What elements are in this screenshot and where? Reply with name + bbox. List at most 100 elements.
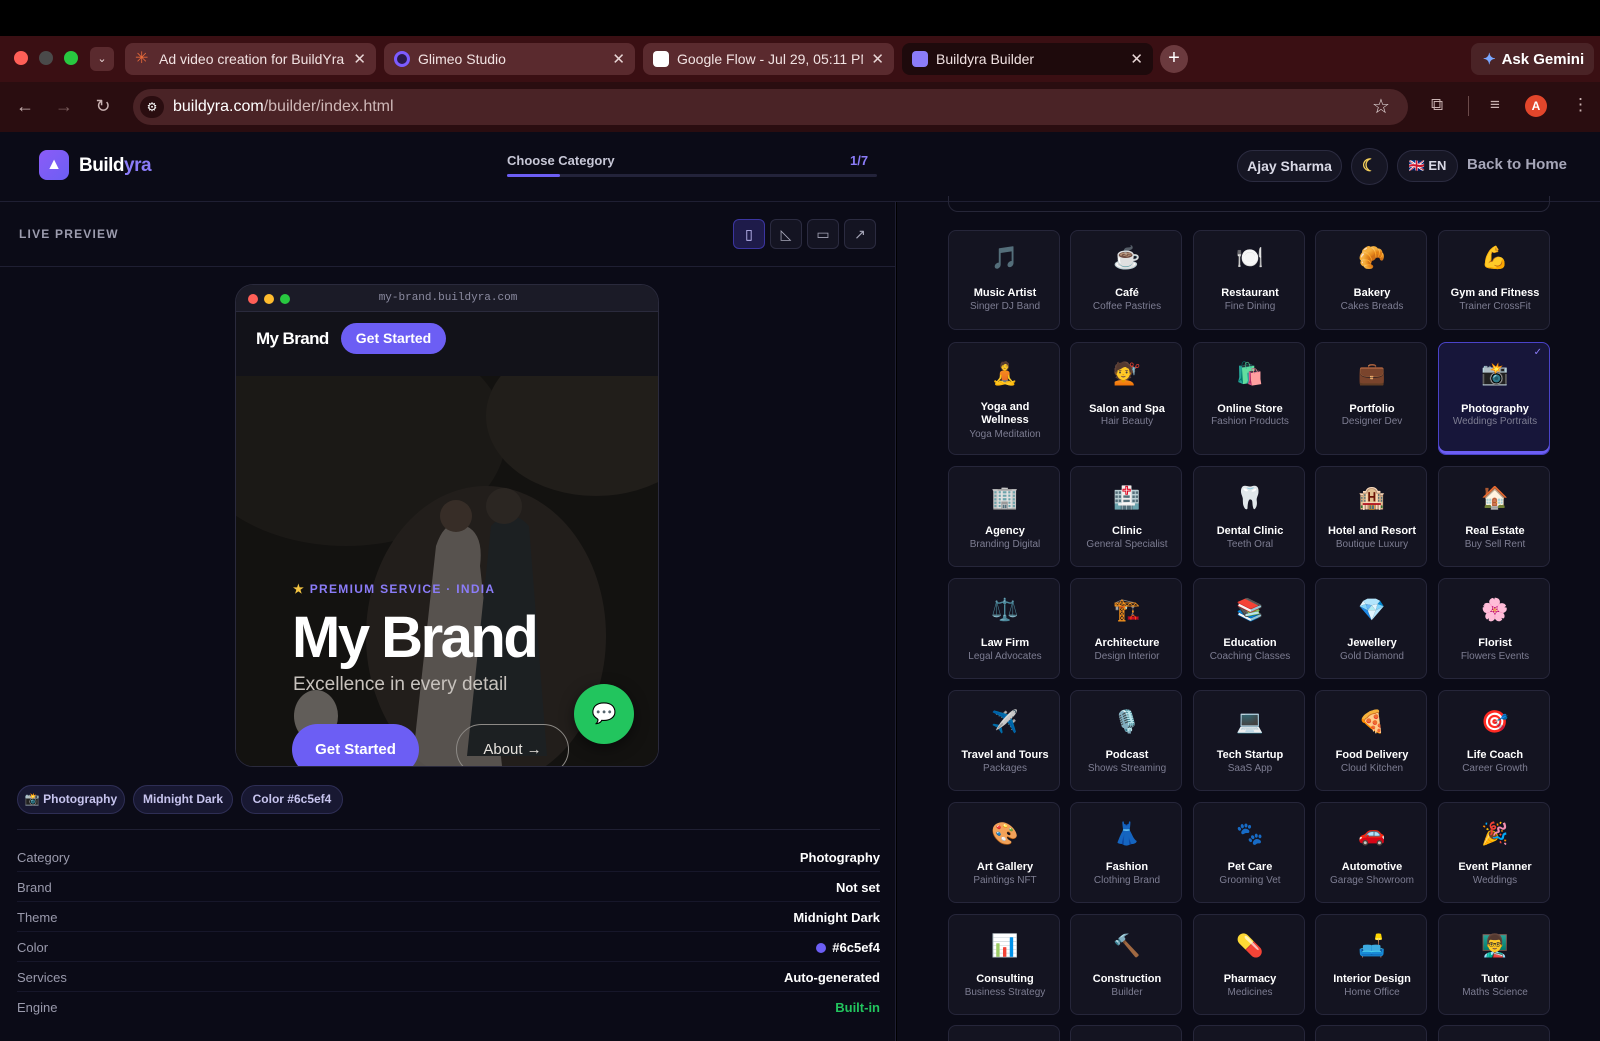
category-card[interactable]: 🍽️ Restaurant Fine Dining	[1193, 230, 1305, 330]
category-card[interactable]: 🛋️ Interior Design Home Office	[1315, 914, 1427, 1015]
category-name: Event Planner	[1458, 861, 1532, 873]
panel-divider	[0, 266, 896, 267]
mobile-icon[interactable]: ▯	[733, 219, 765, 249]
gemini-icon: ✦	[1483, 51, 1496, 68]
category-card[interactable]: 💼 Portfolio Designer Dev	[1315, 342, 1427, 455]
bookmark-star-icon[interactable]: ☆	[1372, 94, 1390, 119]
category-card[interactable]: 🏗️ Architecture Design Interior	[1070, 578, 1182, 679]
category-card[interactable]: 🧘 Yoga and Wellness Yoga Meditation	[948, 342, 1060, 455]
preview-nav-get-started-button[interactable]: Get Started	[341, 323, 446, 354]
close-icon[interactable]: ✕	[612, 50, 625, 68]
category-card[interactable]: 🏢 Agency Branding Digital	[948, 466, 1060, 567]
hero-about-button[interactable]: About →	[456, 724, 569, 766]
category-name: Tutor	[1481, 973, 1509, 985]
category-card[interactable]: 🏠 Real Estate Buy Sell Rent	[1438, 466, 1550, 567]
category-card[interactable]: 🔨 Construction Builder	[1070, 914, 1182, 1015]
desktop-icon[interactable]: ▭	[807, 219, 839, 249]
minimize-window-button[interactable]	[39, 51, 53, 65]
category-card[interactable]: 🎙️ Podcast Shows Streaming	[1070, 690, 1182, 791]
close-icon[interactable]: ✕	[353, 50, 366, 68]
summary-row-services: Services Auto-generated	[17, 962, 880, 992]
category-card[interactable]: 📸 Photography Weddings Portraits ✓	[1438, 342, 1550, 455]
back-icon[interactable]: ←	[13, 94, 37, 118]
category-card[interactable]: 🎯 Life Coach Career Growth	[1438, 690, 1550, 791]
back-to-home-link[interactable]: Back to Home	[1467, 156, 1567, 173]
category-card[interactable]: 👗 Fashion Clothing Brand	[1070, 802, 1182, 903]
category-card[interactable]: 🛍️ Online Store Fashion Products	[1193, 342, 1305, 455]
category-card[interactable]: 🎨 Art Gallery Paintings NFT	[948, 802, 1060, 903]
summary-row-engine: Engine Built-in	[17, 992, 880, 1022]
chat-bubble-icon[interactable]: 💬	[574, 684, 634, 744]
category-emoji-icon: 💎	[1358, 597, 1386, 622]
category-subtitle: Home Office	[1344, 987, 1400, 998]
category-card[interactable]: 🥐 Bakery Cakes Breads	[1315, 230, 1427, 330]
close-icon[interactable]: ✕	[1130, 50, 1143, 68]
category-name: Bakery	[1353, 287, 1391, 299]
category-card[interactable]: 💻 Tech Startup SaaS App	[1193, 690, 1305, 791]
category-emoji-icon: ⚖️	[991, 597, 1019, 622]
category-card[interactable]: 🚗 Automotive Garage Showroom	[1315, 802, 1427, 903]
summary-divider	[17, 829, 880, 830]
tab-title: Google Flow - Jul 29, 05:11 PM	[677, 51, 864, 67]
category-card[interactable]: 🦷 Dental Clinic Teeth Oral	[1193, 466, 1305, 567]
category-subtitle: Business Strategy	[964, 987, 1046, 998]
category-subtitle: Teeth Oral	[1226, 539, 1274, 550]
category-card[interactable]: 💊 Pharmacy Medicines	[1193, 914, 1305, 1015]
category-card[interactable]: 📊 Consulting Business Strategy	[948, 914, 1060, 1015]
preview-url: my-brand.buildyra.com	[378, 292, 518, 304]
category-emoji-icon: 📚	[1236, 597, 1264, 622]
tab-buildyra[interactable]: Buildyra Builder ✕	[902, 43, 1153, 75]
category-card[interactable]: 📚 Education Coaching Classes	[1193, 578, 1305, 679]
expand-icon[interactable]: ↗	[844, 219, 876, 249]
new-tab-button[interactable]: +	[1160, 45, 1188, 73]
tab-glimeo[interactable]: Glimeo Studio ✕	[384, 43, 635, 75]
category-card[interactable]: 🌸 Florist Flowers Events	[1438, 578, 1550, 679]
category-name: Music Artist	[973, 287, 1037, 299]
preview-nav-brand[interactable]: My Brand	[256, 329, 329, 349]
site-info-icon[interactable]: ⚙	[140, 96, 164, 118]
category-card[interactable]: 💪 Gym and Fitness Trainer CrossFit	[1438, 230, 1550, 330]
close-icon[interactable]: ✕	[871, 50, 884, 68]
tab-google-flow[interactable]: Google Flow - Jul 29, 05:11 PM ✕	[643, 43, 894, 75]
category-card[interactable]: 👨‍🏫 Tutor Maths Science	[1438, 914, 1550, 1015]
asterisk-icon: ✳	[135, 50, 149, 67]
category-card[interactable]: 🐾 Pet Care Grooming Vet	[1193, 802, 1305, 903]
user-name-pill[interactable]: Ajay Sharma	[1237, 150, 1342, 182]
category-name: Art Gallery	[976, 861, 1034, 873]
buildyra-logo-icon[interactable]: ▲	[39, 150, 69, 180]
tab-ad-video[interactable]: ✳ Ad video creation for BuildYra ✕	[125, 43, 376, 75]
address-bar[interactable]: buildyra.com/builder/index.html	[133, 89, 1408, 125]
summary-row-color: Color #6c5ef4	[17, 932, 880, 962]
category-card[interactable]: 💇 Salon and Spa Hair Beauty	[1070, 342, 1182, 455]
logo-text[interactable]: Buildyra	[79, 155, 152, 177]
summary-value: Midnight Dark	[793, 910, 880, 925]
hero-badge-text: PREMIUM SERVICE · INDIA	[309, 582, 496, 596]
moon-icon[interactable]: ☾	[1351, 148, 1388, 185]
category-card[interactable]: ✈️ Travel and Tours Packages	[948, 690, 1060, 791]
category-emoji-icon: 🍕	[1358, 709, 1386, 734]
hero-get-started-button[interactable]: Get Started	[292, 724, 419, 766]
profile-avatar[interactable]: A	[1525, 95, 1547, 117]
category-name: Education	[1223, 637, 1277, 649]
category-card[interactable]: 🏨 Hotel and Resort Boutique Luxury	[1315, 466, 1427, 567]
ask-gemini-button[interactable]: ✦ Ask Gemini	[1471, 43, 1594, 75]
category-card[interactable]: 💎 Jewellery Gold Diamond	[1315, 578, 1427, 679]
category-card[interactable]: 🎉 Event Planner Weddings	[1438, 802, 1550, 903]
category-card[interactable]: 🎵 Music Artist Singer DJ Band	[948, 230, 1060, 330]
category-card[interactable]: 🍕 Food Delivery Cloud Kitchen	[1315, 690, 1427, 791]
reload-icon[interactable]: ↻	[91, 94, 115, 118]
language-selector[interactable]: 🇬🇧 EN	[1397, 150, 1458, 182]
tab-search-icon[interactable]: ⌄	[90, 47, 114, 71]
extensions-icon[interactable]: ⧉	[1431, 95, 1443, 115]
tab-title: Buildyra Builder	[936, 51, 1035, 67]
category-card[interactable]: 🏥 Clinic General Specialist	[1070, 466, 1182, 567]
maximize-window-button[interactable]	[64, 51, 78, 65]
summary-value-color: #6c5ef4	[816, 940, 880, 955]
tablet-icon[interactable]: ◺	[770, 219, 802, 249]
category-card[interactable]: ☕ Café Coffee Pastries	[1070, 230, 1182, 330]
more-menu-icon[interactable]: ⋮	[1572, 95, 1589, 115]
category-card[interactable]: ⚖️ Law Firm Legal Advocates	[948, 578, 1060, 679]
forward-icon[interactable]: →	[52, 94, 76, 118]
reading-list-icon[interactable]: ≡	[1490, 95, 1500, 115]
close-window-button[interactable]	[14, 51, 28, 65]
